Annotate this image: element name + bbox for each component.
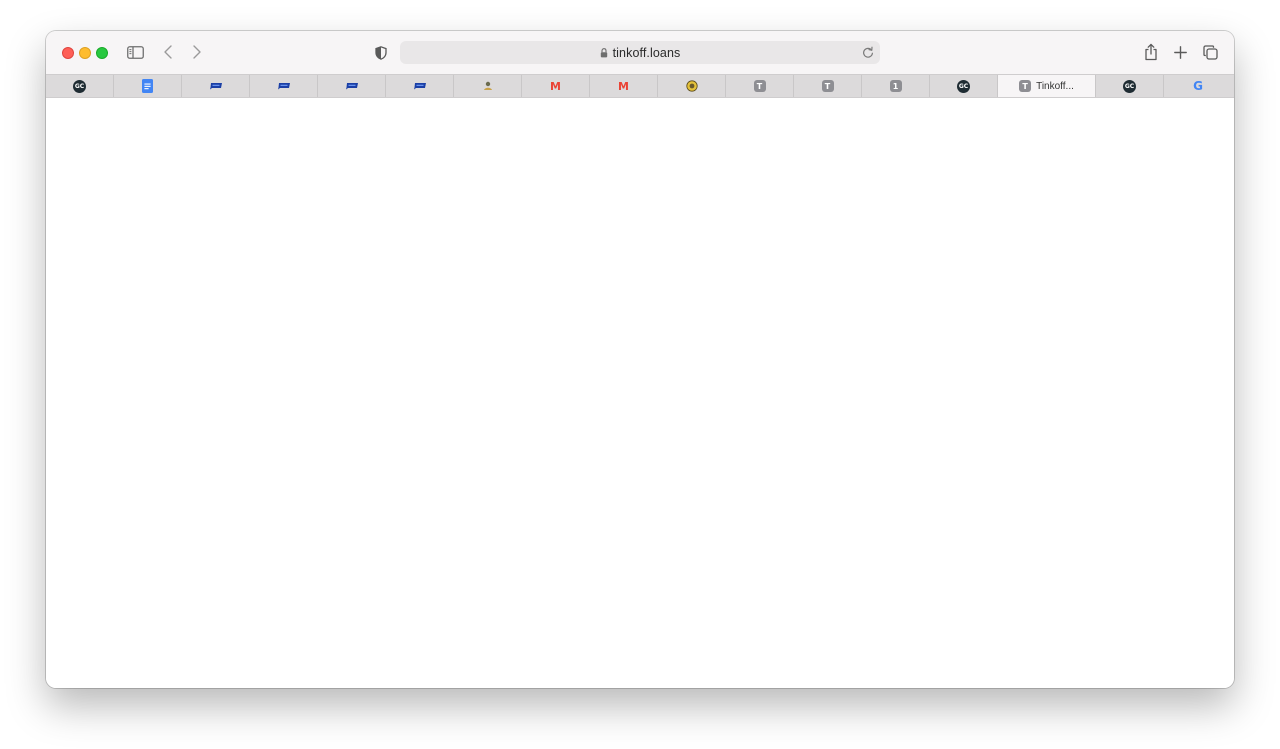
tab-gc[interactable]: GC [46,75,114,97]
close-window-button[interactable] [62,47,74,59]
tab-gmail-1[interactable]: M [522,75,590,97]
browser-toolbar: tinkoff.loans [46,31,1234,74]
forward-button[interactable] [190,44,204,60]
tab-t-2[interactable]: T [794,75,862,97]
share-icon[interactable] [1143,42,1159,62]
lock-icon [600,47,608,58]
browser-window: tinkoff.loans GC M M T T 1 GC T Tinkoff.… [46,31,1234,688]
tab-crest[interactable] [658,75,726,97]
gc-logo-icon: GC [957,79,970,93]
gmail-icon: M [618,79,629,93]
page-content [46,98,1234,688]
zoom-window-button[interactable] [96,47,108,59]
blue-chat-bubble-icon [209,82,223,90]
tab-bar: GC M M T T 1 GC T Tinkoff... GC G [46,74,1234,98]
tab-chat-1[interactable] [182,75,250,97]
tab-one[interactable]: 1 [862,75,930,97]
tab-figure[interactable] [454,75,522,97]
blue-chat-bubble-icon [345,82,359,90]
new-tab-icon[interactable] [1172,44,1188,60]
minimize-window-button[interactable] [79,47,91,59]
back-button[interactable] [161,44,175,60]
gc-logo-icon: GC [1123,79,1136,93]
sidebar-toggle-icon[interactable] [126,44,144,60]
small-figure-icon [483,81,493,91]
crest-icon [685,80,698,92]
t-letter-icon: T [753,80,766,92]
tab-gc-2[interactable]: GC [930,75,998,97]
tab-t-1[interactable]: T [726,75,794,97]
t-letter-icon: T [1019,80,1032,92]
blue-chat-bubble-icon [413,82,427,90]
tab-overview-icon[interactable] [1202,44,1219,61]
google-docs-icon [142,79,153,93]
t-letter-icon: T [821,80,834,92]
tab-chat-4[interactable] [386,75,454,97]
tab-chat-3[interactable] [318,75,386,97]
gc-logo-icon: GC [73,79,86,93]
one-letter-icon: 1 [889,80,902,92]
tab-tinkoff-active[interactable]: T Tinkoff... [998,75,1096,97]
reload-icon[interactable] [862,46,874,64]
url-text: tinkoff.loans [612,45,681,60]
tab-gmail-2[interactable]: M [590,75,658,97]
gmail-icon: M [550,79,561,93]
tab-gc-3[interactable]: GC [1096,75,1164,97]
address-bar[interactable]: tinkoff.loans [400,41,880,64]
tab-title: Tinkoff... [1036,80,1074,92]
blue-chat-bubble-icon [277,82,291,90]
tab-google[interactable]: G [1164,75,1232,97]
privacy-shield-icon[interactable] [373,44,389,61]
google-g-icon: G [1193,79,1203,93]
tab-google-docs[interactable] [114,75,182,97]
tab-chat-2[interactable] [250,75,318,97]
